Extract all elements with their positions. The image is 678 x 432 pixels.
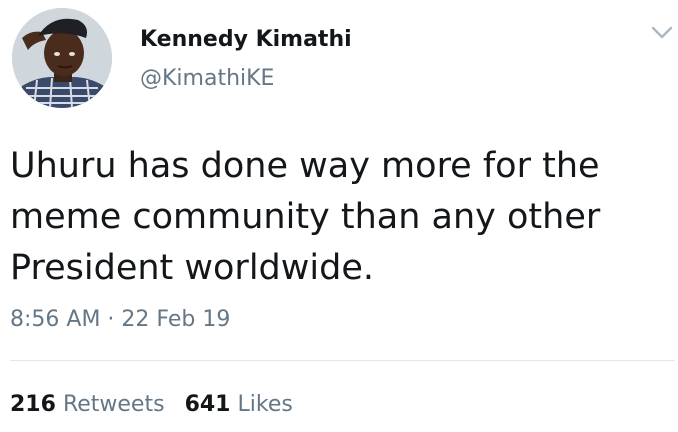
tweet-card: Kennedy Kimathi @KimathiKE Uhuru has don…: [0, 0, 678, 432]
likes-label: Likes: [237, 392, 293, 417]
tweet-text-line: President worldwide.: [10, 248, 374, 288]
author-avatar[interactable]: [12, 8, 112, 108]
tweet-text: Uhuru has done way more for the meme com…: [10, 141, 650, 294]
retweets-label: Retweets: [62, 392, 165, 417]
retweets-count: 216: [10, 392, 56, 417]
author-name[interactable]: Kennedy Kimathi: [140, 27, 352, 52]
chevron-down-icon[interactable]: [650, 22, 674, 42]
tweet-time: 8:56 AM: [10, 307, 101, 332]
tweet-text-line: meme community than any other: [10, 197, 601, 237]
likes-count: 641: [184, 392, 231, 417]
tweet-text-line: Uhuru has done way more for the: [10, 146, 600, 186]
divider: [10, 360, 675, 361]
tweet-stats: 216 Retweets 641 Likes: [10, 392, 313, 417]
avatar-image: [12, 8, 112, 108]
retweets-stat[interactable]: 216 Retweets: [10, 392, 165, 417]
meta-separator: ·: [100, 307, 122, 332]
tweet-timestamp[interactable]: 8:56 AM · 22 Feb 19: [10, 307, 230, 332]
likes-stat[interactable]: 641 Likes: [185, 392, 293, 417]
tweet-date: 22 Feb 19: [121, 307, 231, 332]
author-handle[interactable]: @KimathiKE: [140, 66, 274, 91]
